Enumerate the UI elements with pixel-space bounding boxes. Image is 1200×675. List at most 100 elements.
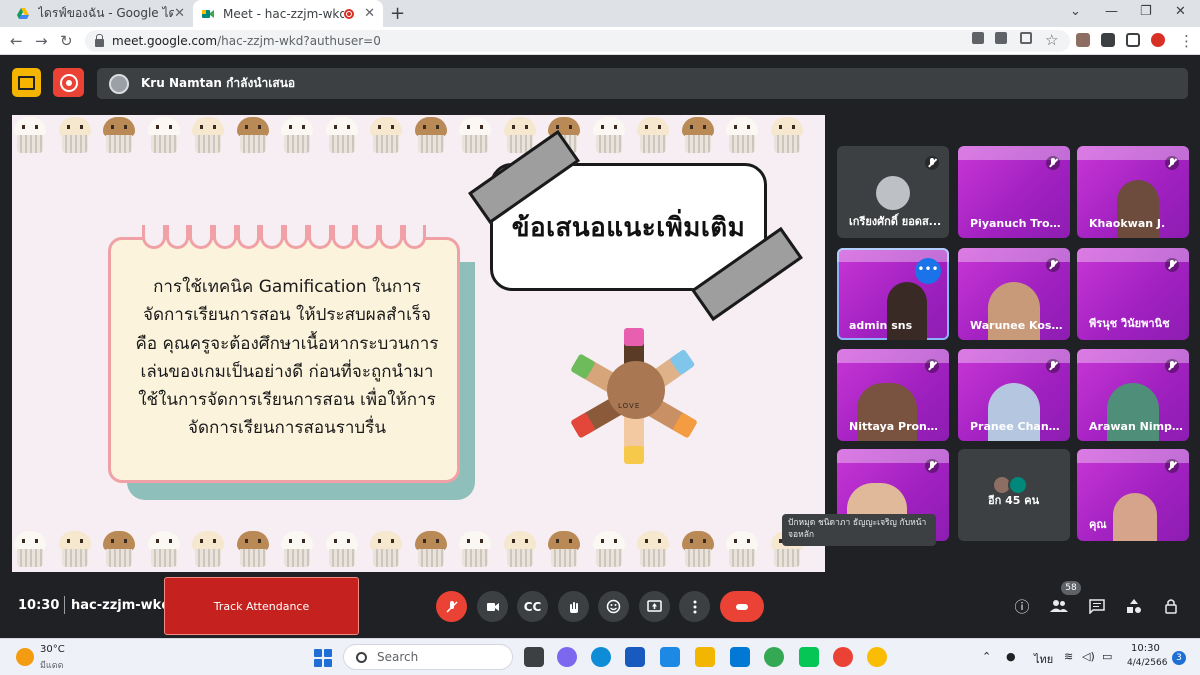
weather-sun-icon[interactable] [16, 648, 34, 666]
host-controls-icon[interactable] [1161, 596, 1181, 616]
bookmark-star-icon[interactable]: ☆ [1045, 31, 1058, 49]
mail-icon[interactable] [730, 647, 750, 667]
muffin-decoration [368, 531, 404, 569]
share-icon[interactable] [1020, 32, 1032, 44]
mic-off-icon [1165, 258, 1179, 272]
task-view-icon[interactable] [524, 647, 544, 667]
muffin-decoration [146, 531, 182, 569]
windows-start-icon[interactable] [314, 649, 332, 667]
chrome-profile-icon[interactable] [867, 647, 887, 667]
word-icon[interactable] [625, 647, 645, 667]
mic-off-icon [1046, 359, 1060, 373]
mic-off-icon [1165, 156, 1179, 170]
participant-tile[interactable]: Khaokwan J. [1077, 146, 1189, 238]
captions-button[interactable]: CC [517, 591, 548, 622]
hide-presentation-button[interactable] [12, 68, 41, 97]
participant-tile[interactable]: Pranee Chand... [958, 349, 1070, 441]
translate-icon[interactable] [995, 32, 1007, 44]
participant-tile[interactable]: Warunee Kosri... [958, 248, 1070, 340]
muffin-decoration [57, 117, 93, 155]
meet-window: Kru Namtan กำลังนำเสนอ การใช้เทคนิค Gami… [0, 56, 1200, 638]
mic-off-button[interactable] [436, 591, 467, 622]
participant-tile-self[interactable]: คุณ [1077, 449, 1189, 541]
language-indicator[interactable]: ไทย [1034, 650, 1053, 668]
extension-avatar-icon[interactable] [1076, 33, 1090, 47]
muffin-decoration [101, 117, 137, 155]
minimize-icon[interactable]: — [1105, 4, 1118, 19]
wifi-icon[interactable]: ≋ [1064, 650, 1073, 663]
chat-app-icon[interactable] [557, 647, 577, 667]
maximize-icon[interactable]: ❐ [1140, 4, 1152, 19]
participant-tile[interactable]: Nittaya Pronpa... [837, 349, 949, 441]
tab-google-drive[interactable]: ไดรฟ์ของฉัน - Google ไดรฟ์ ✕ [8, 0, 193, 27]
presenter-bar: Kru Namtan กำลังนำเสนอ [97, 68, 1188, 99]
chevron-down-icon[interactable]: ⌄ [1070, 4, 1081, 19]
google-drive-icon [16, 7, 30, 21]
more-options-button[interactable] [679, 591, 710, 622]
close-tab-icon[interactable]: ✕ [174, 6, 185, 21]
menu-kebab-icon[interactable]: ⋮ [1179, 32, 1194, 50]
meeting-code: hac-zzjm-wkd [71, 598, 171, 613]
participant-name: Arawan Nimpu... [1089, 420, 1185, 433]
emoji-button[interactable] [598, 591, 629, 622]
muffin-decoration [413, 117, 449, 155]
chrome-profile-icon[interactable] [833, 647, 853, 667]
participant-tile[interactable]: เกรียงศักดิ์ ยอดส... [837, 146, 949, 238]
camera-button[interactable] [477, 591, 508, 622]
participant-name: พีรนุช วินัยพานิช [1089, 317, 1170, 330]
file-explorer-icon[interactable] [695, 647, 715, 667]
track-attendance-button[interactable]: Track Attendance [164, 577, 359, 635]
volume-icon[interactable]: ◁) [1082, 650, 1095, 663]
leave-call-button[interactable] [720, 591, 764, 622]
participant-tile[interactable]: ••• admin sns [837, 248, 949, 340]
edge-icon[interactable] [591, 647, 611, 667]
profile-avatar[interactable] [1151, 33, 1165, 47]
clock-time[interactable]: 10:30 [1131, 643, 1160, 654]
tray-chevron-up-icon[interactable]: ⌃ [982, 650, 991, 663]
muffin-decoration [279, 117, 315, 155]
sidepanel-icon[interactable] [1126, 33, 1140, 47]
lens-app-icon[interactable] [660, 647, 680, 667]
tab-meet[interactable]: Meet - hac-zzjm-wkd ✕ [193, 0, 383, 27]
extensions-puzzle-icon[interactable] [1101, 33, 1115, 47]
back-icon[interactable]: ← [10, 32, 23, 50]
battery-icon[interactable]: ▭ [1102, 650, 1112, 663]
new-tab-button[interactable]: + [390, 3, 405, 24]
close-tab-icon[interactable]: ✕ [364, 6, 375, 21]
mic-off-icon [445, 600, 458, 613]
emoji-icon [606, 599, 621, 614]
weather-temperature: 30°C [40, 644, 65, 655]
mic-off-icon [925, 359, 939, 373]
participant-name: Nittaya Pronpa... [849, 420, 945, 433]
present-screen-button[interactable] [639, 591, 670, 622]
recording-indicator-icon [344, 8, 355, 19]
people-icon[interactable] [1049, 596, 1069, 616]
mic-off-icon [1165, 459, 1179, 473]
participant-tile[interactable]: Piyanuch Trouj... [958, 146, 1070, 238]
line-icon[interactable] [799, 647, 819, 667]
muffin-decoration [546, 531, 582, 569]
chat-icon[interactable] [1087, 596, 1107, 616]
muffin-decoration [591, 117, 627, 155]
reload-icon[interactable]: ↻ [60, 32, 73, 50]
recording-button[interactable] [53, 68, 84, 97]
raise-hand-button[interactable] [558, 591, 589, 622]
notification-badge[interactable]: 3 [1172, 651, 1186, 665]
more-options-button[interactable]: ••• [915, 258, 941, 284]
taskbar: 30°C มีแดด Search ⌃ ● ไทย ≋ ◁) ▭ 10:30 4… [0, 638, 1200, 675]
muffin-decoration [680, 531, 716, 569]
microphone-icon[interactable]: ● [1006, 650, 1016, 663]
window-close-icon[interactable]: ✕ [1175, 4, 1186, 19]
more-participants-tile[interactable]: อีก 45 คน [958, 449, 1070, 541]
activities-icon[interactable] [1124, 596, 1144, 616]
info-icon[interactable]: ⓘ [1012, 596, 1032, 616]
participant-tile[interactable]: Arawan Nimpu... [1077, 349, 1189, 441]
chrome-icon[interactable] [764, 647, 784, 667]
camera-icon[interactable] [972, 32, 984, 44]
participant-tile[interactable]: พีรนุช วินัยพานิช [1077, 248, 1189, 340]
url-input[interactable]: meet.google.com/hac-zzjm-wkd?authuser=0 [85, 30, 1070, 52]
forward-icon[interactable]: → [35, 32, 48, 50]
clock-date[interactable]: 4/4/2566 [1127, 658, 1167, 668]
muffin-decoration [12, 117, 48, 155]
taskbar-search[interactable]: Search [343, 644, 513, 670]
